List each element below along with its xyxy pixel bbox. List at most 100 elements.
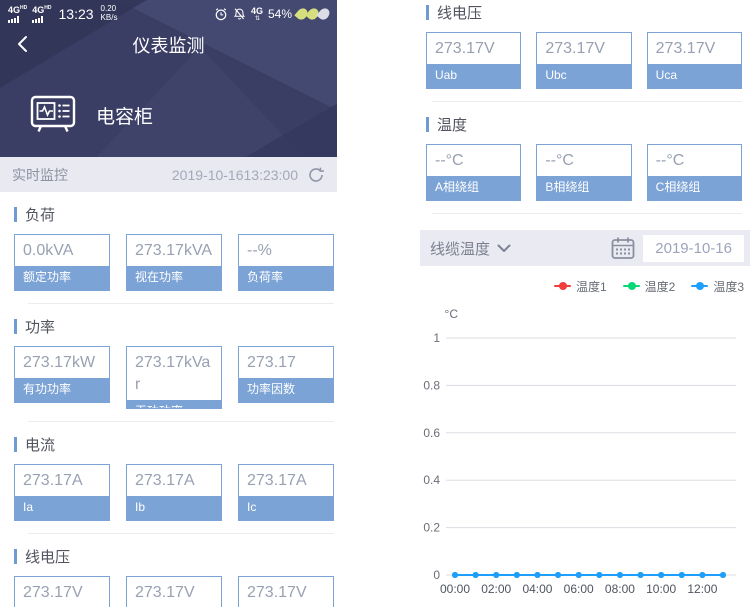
section-title: 线电压 <box>426 2 742 23</box>
metric-label: B相绕组 <box>537 176 631 200</box>
nav-bar: 仪表监测 <box>0 30 337 58</box>
calendar-icon[interactable] <box>610 236 636 260</box>
monitor-timestamp: 2019-10-1613:23:00 <box>171 166 298 183</box>
metric-card: 273.17 功率因数 <box>238 346 334 403</box>
metric-label: 额定功率 <box>15 266 109 290</box>
metric-label: Uab <box>427 64 521 88</box>
metric-label: 无功功率 <box>127 400 221 408</box>
network-speed: 0.20 KB/s <box>100 4 118 22</box>
metric-value: 273.17kVA <box>135 242 213 259</box>
metric-value: 273.17A <box>247 472 307 489</box>
chart-legend: 温度1 温度2 温度3 <box>420 278 750 294</box>
title-accent-bar <box>14 437 17 452</box>
section-line-voltage: 线电压 273.17V Uab 273.17V Ubc 273.17V Uca <box>420 0 750 102</box>
metric-card: 0.0kVA 额定功率 <box>14 234 110 291</box>
status-time: 13:23 <box>58 6 94 22</box>
metric-value: 273.17A <box>135 472 195 489</box>
legend-item[interactable]: 温度1 <box>553 278 607 295</box>
title-accent-bar <box>426 5 429 20</box>
section-divider <box>432 213 742 214</box>
svg-text:1: 1 <box>433 331 440 345</box>
meter-icon <box>28 88 78 143</box>
left-panel: 4GHD 4GHD 13:23 0.20 KB/s 4G ⇅ 54% 仪表监测 … <box>0 0 337 607</box>
section-title: 功率 <box>14 316 334 337</box>
metric-card: 273.17V Uab <box>14 576 110 607</box>
metric-card: 273.17V Ubc <box>536 32 632 89</box>
svg-text:0: 0 <box>433 568 440 582</box>
section-line-voltage: 线电压 273.17V Uab 273.17V Ubc 273.17V Uca <box>0 534 337 607</box>
mobile-data-icon: 4G ⇅ <box>250 5 263 22</box>
bell-muted-icon <box>233 7 246 21</box>
metric-label: 有功功率 <box>15 378 109 402</box>
section-title: 温度 <box>426 114 742 135</box>
metric-value: 273.17V <box>23 584 83 601</box>
date-input[interactable]: 2019-10-16 <box>643 234 744 262</box>
realtime-monitor-bar: 实时监控 2019-10-1613:23:00 <box>0 157 337 192</box>
metric-card: 273.17kVar 无功功率 <box>126 346 222 409</box>
metric-value: 273.17kVar <box>135 354 211 393</box>
chevron-down-icon <box>497 244 511 252</box>
metric-card: 273.17kW 有功功率 <box>14 346 110 403</box>
section-title: 负荷 <box>14 204 334 225</box>
metric-card: 273.17A Ia <box>14 464 110 521</box>
metric-value: 273.17V <box>435 40 495 57</box>
alarm-clock-icon <box>214 7 228 21</box>
svg-text:12:00: 12:00 <box>687 582 717 596</box>
legend-item[interactable]: 温度3 <box>691 278 744 295</box>
metric-value: --°C <box>435 152 464 169</box>
metric-card: 273.17V Uca <box>238 576 334 607</box>
metric-label: 视在功率 <box>127 266 221 290</box>
cable-temperature-dropdown[interactable]: 线缆温度 <box>430 238 511 259</box>
battery-icon <box>294 6 332 22</box>
section-power: 功率 273.17kW 有功功率 273.17kVar 无功功率 273.17 … <box>0 304 337 422</box>
metric-value: --°C <box>655 152 685 169</box>
section-current: 电流 273.17A Ia 273.17A Ib 273.17A Ic <box>0 422 337 534</box>
svg-text:°C: °C <box>445 307 459 321</box>
svg-text:0.2: 0.2 <box>423 521 440 535</box>
metric-value: 273.17A <box>23 472 83 489</box>
metric-card: --% 负荷率 <box>238 234 334 291</box>
metric-card: 273.17A Ib <box>126 464 222 521</box>
legend-label: 温度2 <box>644 279 676 294</box>
svg-text:0.4: 0.4 <box>423 473 440 487</box>
network-signal-icon: 4GHD <box>8 5 27 23</box>
metric-card: --°C B相绕组 <box>536 144 632 201</box>
cable-temperature-selector-bar: 线缆温度 2019-10-16 <box>420 230 750 266</box>
metric-card: 273.17V Uca <box>646 32 742 89</box>
metric-value: --% <box>247 242 272 259</box>
metric-value: 273.17kW <box>23 354 96 371</box>
app-header: 4GHD 4GHD 13:23 0.20 KB/s 4G ⇅ 54% 仪表监测 … <box>0 0 337 157</box>
metric-value: --°C <box>545 152 574 169</box>
legend-item[interactable]: 温度2 <box>622 278 676 295</box>
metric-label: 负荷率 <box>239 266 333 290</box>
svg-text:06:00: 06:00 <box>564 582 594 596</box>
metric-card: --°C C相绕组 <box>646 144 742 201</box>
metric-label: Uca <box>647 64 741 88</box>
right-panel: 线电压 273.17V Uab 273.17V Ubc 273.17V Uca <box>420 0 750 607</box>
metric-value: 273.17V <box>247 584 307 601</box>
svg-text:00:00: 00:00 <box>440 582 470 596</box>
battery-percent: 54% <box>267 7 292 21</box>
device-name: 电容柜 <box>96 107 154 128</box>
metric-card: --°C A相绕组 <box>426 144 522 201</box>
metric-card: 273.17kVA 视在功率 <box>126 234 222 291</box>
svg-text:04:00: 04:00 <box>522 582 552 596</box>
svg-text:0.8: 0.8 <box>423 378 440 392</box>
refresh-icon[interactable] <box>307 166 325 184</box>
svg-text:0.6: 0.6 <box>423 426 440 440</box>
status-bar: 4GHD 4GHD 13:23 0.20 KB/s 4G ⇅ 54% <box>8 3 332 25</box>
metric-label: C相绕组 <box>647 176 741 200</box>
title-accent-bar <box>14 549 17 564</box>
metric-label: A相绕组 <box>427 176 521 200</box>
metric-value: 273.17 <box>247 354 296 371</box>
section-load: 负荷 0.0kVA 额定功率 273.17kVA 视在功率 --% 负荷率 <box>0 192 337 304</box>
metric-value: 273.17V <box>135 584 195 601</box>
metric-label: Ia <box>15 496 109 520</box>
metric-label: Ib <box>127 496 221 520</box>
section-temperature: 温度 --°C A相绕组 --°C B相绕组 --°C C相绕组 <box>420 102 750 214</box>
title-accent-bar <box>14 319 17 334</box>
monitor-label: 实时监控 <box>12 166 68 183</box>
section-title: 线电压 <box>14 546 334 567</box>
legend-marker-icon <box>553 282 571 290</box>
legend-label: 温度3 <box>713 279 744 294</box>
